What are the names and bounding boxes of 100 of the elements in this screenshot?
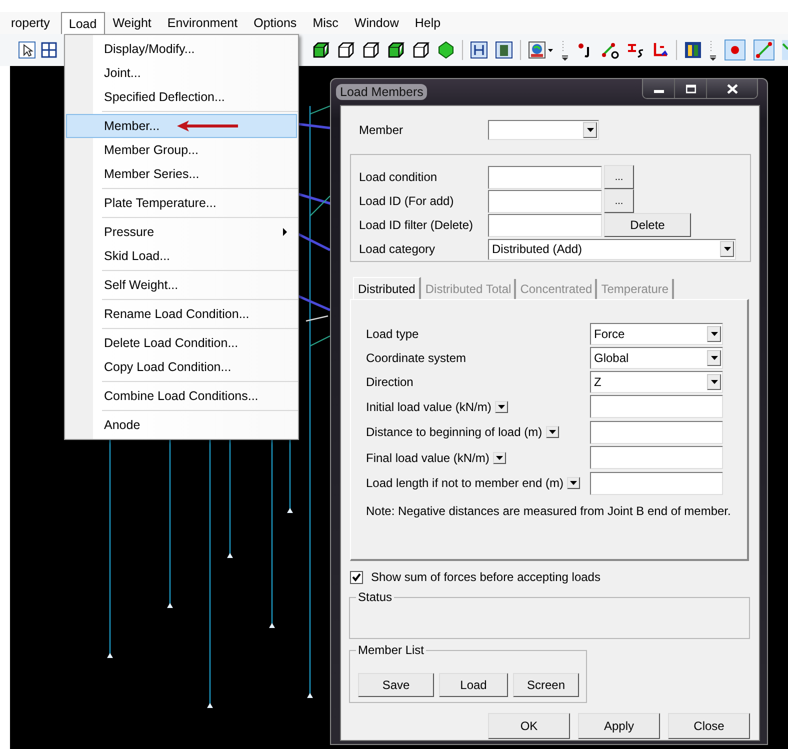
- caret-icon: [710, 356, 718, 360]
- field-label: Final load value (kN/m): [366, 450, 490, 465]
- caret-icon: [498, 404, 506, 409]
- section-icon[interactable]: [626, 41, 644, 59]
- check-icon: [352, 572, 361, 582]
- menu-item[interactable]: Environment: [159, 12, 246, 34]
- button[interactable]: OK: [488, 713, 570, 739]
- menu-item[interactable]: Misc: [304, 12, 346, 34]
- input-field[interactable]: [488, 214, 602, 236]
- field-label: Direction: [366, 375, 414, 389]
- category-dropdown[interactable]: Distributed (Add): [488, 238, 736, 260]
- menu-item[interactable]: Specified Deflection...: [66, 85, 297, 109]
- group-title: Member List: [356, 643, 426, 657]
- menu-item[interactable]: Combine Load Conditions...: [66, 384, 297, 408]
- menu-item[interactable]: Joint...: [66, 61, 297, 85]
- axes-icon[interactable]: [651, 41, 669, 59]
- menu-item[interactable]: Member...: [66, 114, 297, 138]
- menu-item[interactable]: Self Weight...: [66, 273, 297, 297]
- field-label: Load type: [366, 327, 420, 341]
- node-icon[interactable]: [724, 39, 746, 61]
- menu-item[interactable]: Help: [406, 12, 449, 34]
- field-label: Load ID (For add): [359, 194, 455, 208]
- menu-item[interactable]: Rename Load Condition...: [66, 302, 297, 326]
- menu-item[interactable]: Anode: [66, 413, 297, 437]
- menu-item[interactable]: Plate Temperature...: [66, 191, 297, 215]
- menu-item[interactable]: Load: [60, 12, 105, 34]
- maximize-icon: [686, 84, 696, 94]
- menu-item[interactable]: Member Series...: [66, 162, 297, 186]
- browse-button[interactable]: ...: [604, 165, 634, 189]
- caret-icon: [570, 481, 578, 486]
- field-label: Load ID filter (Delete): [359, 218, 474, 232]
- unit-dropdown-button[interactable]: [493, 452, 506, 464]
- menu-item[interactable]: roperty: [0, 12, 58, 34]
- menu-item[interactable]: Options: [246, 12, 305, 34]
- button[interactable]: Screen: [513, 673, 579, 697]
- diamond-icon[interactable]: [437, 41, 455, 59]
- input-field[interactable]: [590, 446, 723, 470]
- globe-icon[interactable]: [528, 41, 554, 59]
- checkbox[interactable]: [350, 570, 363, 584]
- delete-button[interactable]: Delete: [604, 213, 691, 237]
- menu-item[interactable]: Member Group...: [66, 138, 297, 162]
- caret-icon: [710, 332, 718, 336]
- menu-item[interactable]: Skid Load...: [66, 244, 297, 268]
- cube-icon[interactable]: [412, 41, 430, 59]
- input-field[interactable]: [590, 420, 723, 444]
- unit-dropdown-button[interactable]: [567, 477, 580, 490]
- button[interactable]: Load: [439, 673, 508, 697]
- panel-icon[interactable]: [495, 41, 513, 59]
- close-icon: [726, 84, 738, 94]
- minimize-icon: [654, 90, 664, 93]
- input-field[interactable]: [488, 190, 602, 212]
- field-label: Load length if not to member end (m): [366, 476, 564, 490]
- unit-dropdown-button[interactable]: [495, 400, 508, 413]
- tab[interactable]: Distributed: [353, 277, 422, 299]
- maximize-button[interactable]: [675, 79, 707, 98]
- frame-icon[interactable]: [470, 41, 488, 59]
- field-label: Load category: [359, 242, 436, 256]
- caret-icon: [710, 380, 718, 384]
- menu-item[interactable]: Weight: [104, 12, 160, 34]
- button[interactable]: Apply: [578, 713, 660, 739]
- checkbox-label: Show sum of forces before accepting loads: [371, 570, 600, 584]
- member-icon[interactable]: [601, 41, 619, 59]
- input-field[interactable]: [590, 395, 723, 418]
- note-text: Note: Negative distances are measured from Joint B end of member.: [366, 504, 732, 518]
- button[interactable]: Save: [358, 673, 434, 697]
- select-icon[interactable]: [18, 41, 36, 59]
- close-button[interactable]: [707, 79, 757, 98]
- caret-icon: [496, 456, 504, 460]
- field-label: Coordinate system: [366, 351, 468, 365]
- grip-icon[interactable]: [561, 39, 569, 61]
- grid-icon[interactable]: [40, 41, 58, 59]
- field-label: Distance to beginning of load (m): [366, 425, 542, 440]
- dropdown[interactable]: Force: [590, 323, 723, 345]
- input-field[interactable]: [590, 472, 723, 495]
- cube-icon[interactable]: [362, 41, 380, 59]
- grip-icon[interactable]: [709, 39, 717, 61]
- menu-item[interactable]: Copy Load Condition...: [66, 355, 297, 379]
- dropdown[interactable]: Z: [590, 371, 723, 393]
- member-dropdown[interactable]: [488, 120, 599, 140]
- caret-icon: [549, 430, 556, 434]
- field-label: Initial load value (kN/m): [366, 400, 492, 414]
- caret-icon: [724, 247, 730, 251]
- cube-icon[interactable]: [387, 41, 405, 59]
- browse-button[interactable]: ...: [604, 189, 634, 213]
- menu-item[interactable]: Delete Load Condition...: [66, 331, 297, 355]
- unit-dropdown-button[interactable]: [546, 426, 560, 438]
- menu-item[interactable]: Window: [346, 12, 407, 34]
- menu-item[interactable]: Pressure: [66, 220, 297, 244]
- cube-icon[interactable]: [312, 41, 330, 59]
- group-title: Status: [356, 590, 394, 604]
- window-title: Load Members: [336, 84, 428, 100]
- input-field[interactable]: [488, 166, 602, 188]
- layout-icon[interactable]: [684, 41, 702, 59]
- button[interactable]: Close: [668, 713, 750, 739]
- field-label: Load condition: [359, 170, 438, 184]
- minimize-button[interactable]: [643, 79, 675, 98]
- truncated-icon[interactable]: [782, 39, 788, 61]
- cube-icon[interactable]: [337, 41, 355, 59]
- dropdown[interactable]: Global: [590, 347, 723, 369]
- field-label: Member: [359, 123, 404, 137]
